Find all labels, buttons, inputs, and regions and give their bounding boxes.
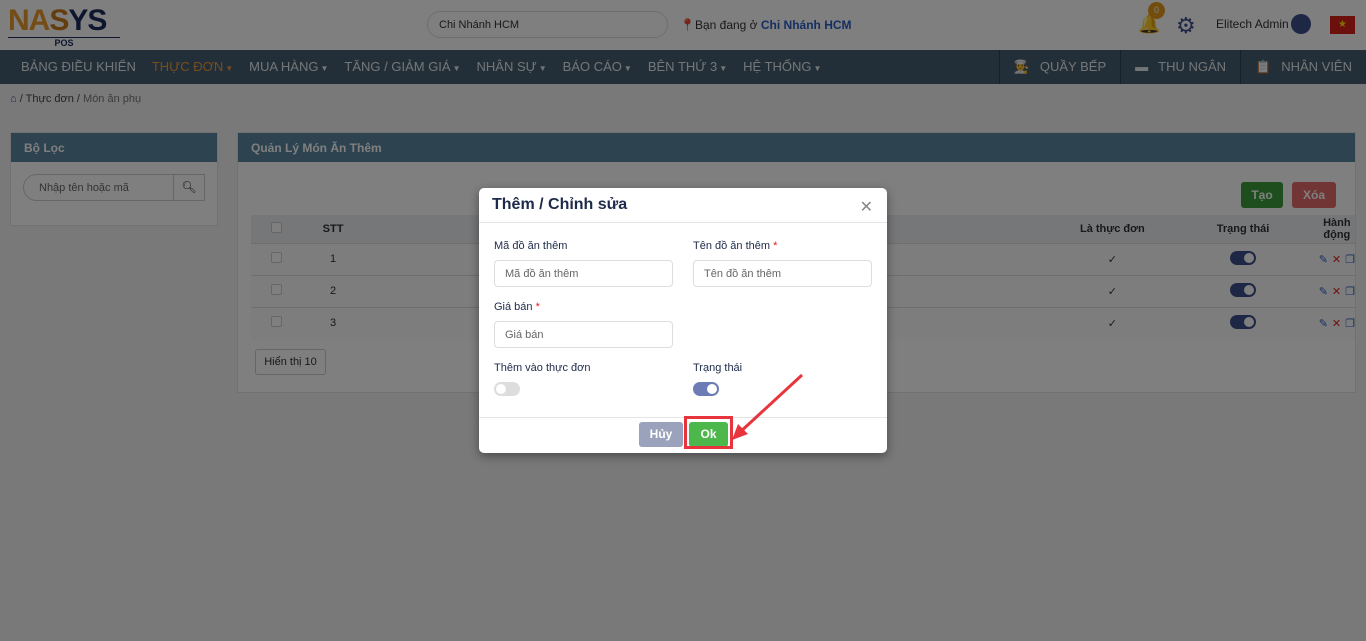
modal-title: Thêm / Chỉnh sửa bbox=[479, 188, 887, 223]
code-input[interactable]: Mã đồ ăn thêm bbox=[494, 260, 673, 287]
add-to-menu-label: Thêm vào thực đơn bbox=[494, 362, 591, 374]
add-to-menu-toggle[interactable] bbox=[494, 382, 520, 396]
edit-modal: Thêm / Chỉnh sửa ✕ Mã đồ ăn thêm Mã đồ ă… bbox=[479, 188, 887, 453]
cancel-button[interactable]: Hủy bbox=[639, 422, 683, 447]
code-label: Mã đồ ăn thêm bbox=[494, 240, 568, 252]
price-label: Giá bán * bbox=[494, 301, 540, 313]
annotation-arrow bbox=[732, 373, 804, 440]
modal-footer bbox=[479, 417, 887, 418]
close-icon[interactable]: ✕ bbox=[860, 197, 873, 217]
name-label: Tên đồ ăn thêm * bbox=[693, 240, 778, 252]
price-input[interactable]: Giá bán bbox=[494, 321, 673, 348]
name-input[interactable]: Tên đồ ăn thêm bbox=[693, 260, 872, 287]
highlight-box bbox=[684, 416, 733, 449]
status-toggle[interactable] bbox=[693, 382, 719, 396]
